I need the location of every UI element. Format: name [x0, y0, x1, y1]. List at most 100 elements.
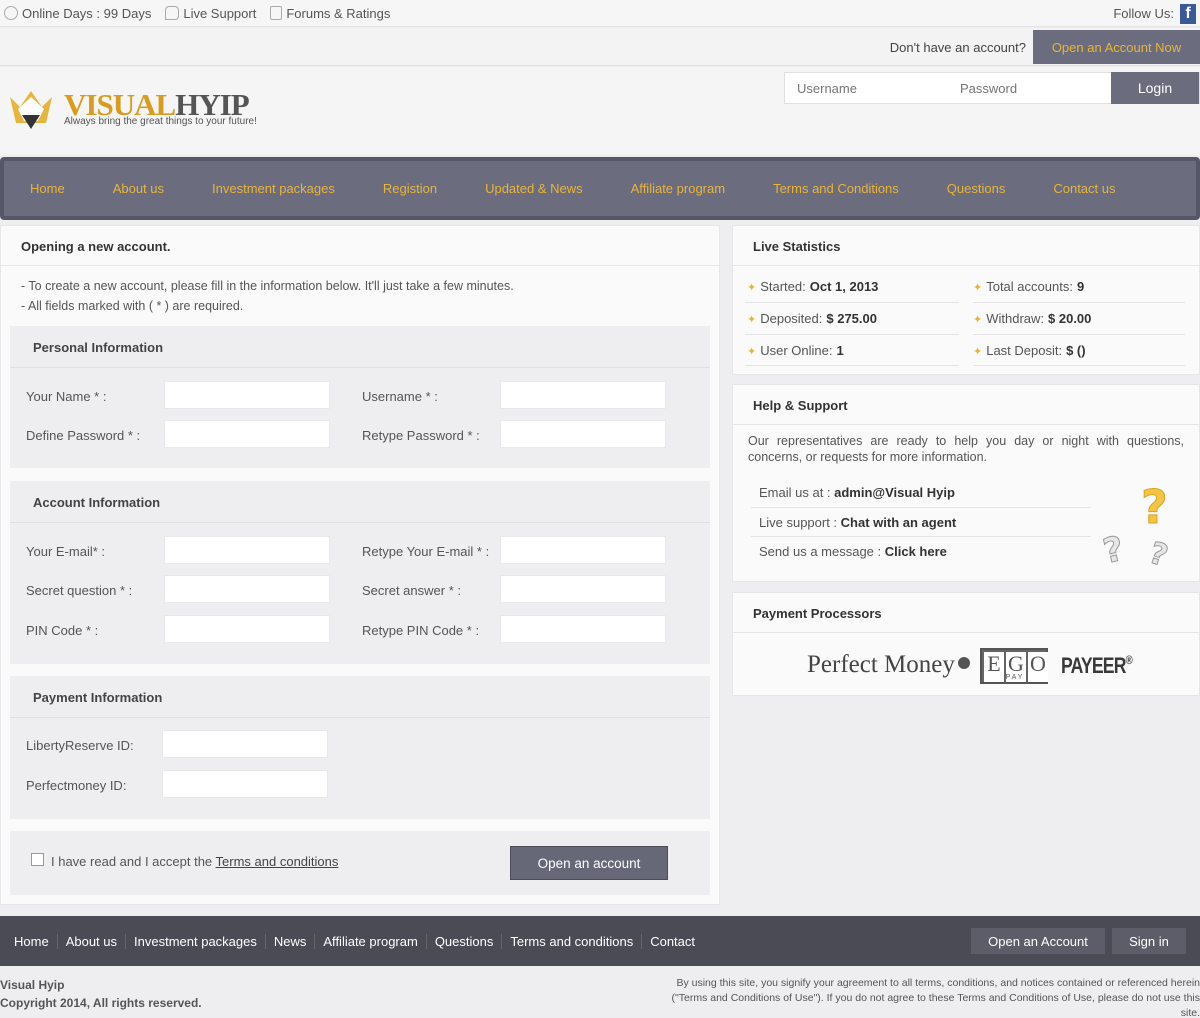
username-label: Username * : [362, 389, 438, 404]
star-icon: ✦ [973, 346, 983, 358]
star-icon: ✦ [747, 314, 757, 326]
perfectmoney-input[interactable] [162, 770, 328, 798]
libertyreserve-input[interactable] [162, 730, 328, 758]
payeer-logo[interactable]: PAYEER® [1061, 653, 1133, 679]
retype-password-input[interactable] [500, 420, 666, 448]
footer-investment-packages[interactable]: Investment packages [134, 933, 266, 949]
facebook-icon[interactable]: f [1180, 3, 1196, 24]
stat-started-value: Oct 1, 2013 [809, 279, 879, 294]
star-icon: ✦ [973, 282, 983, 294]
stat-user-online: ✦ User Online: 1 [747, 343, 844, 358]
tagline: Always bring the great things to your fu… [64, 116, 257, 127]
footer-news[interactable]: News [274, 933, 316, 949]
secret-answer-label: Secret answer * : [362, 583, 461, 598]
legal-notice: By using this site, you signify your agr… [671, 977, 1200, 1018]
live-statistics-title: Live Statistics [733, 226, 1199, 266]
email-label: Your E-mail* : [26, 544, 105, 559]
intro-line-2: - All fields marked with ( * ) are requi… [21, 299, 244, 313]
stat-withdraw-label: Withdraw: [986, 311, 1045, 326]
nav-investment-packages[interactable]: Investment packages [212, 181, 335, 196]
accept-terms-text: I have read and I accept the [51, 854, 216, 869]
nav-affiliate-program[interactable]: Affiliate program [631, 181, 725, 196]
pin-code-input[interactable] [164, 615, 330, 643]
email-input[interactable] [164, 536, 330, 564]
payment-processors-title: Payment Processors [733, 593, 1199, 633]
help-chat-link[interactable]: Chat with an agent [841, 515, 957, 530]
stat-last-value: $ () [1066, 343, 1086, 358]
accept-terms-checkbox[interactable] [31, 853, 44, 866]
top-info-bar: Online Days : 99 Days Live Support Forum… [0, 0, 1200, 27]
help-live-label: Live support : [759, 515, 841, 530]
footer-home[interactable]: Home [14, 933, 58, 949]
nav-contact-us[interactable]: Contact us [1053, 181, 1115, 196]
site-header: VISUALHYIP Always bring the great things… [0, 67, 1200, 155]
stat-online-value: 1 [836, 343, 844, 358]
stat-started-label: Started: [760, 279, 806, 294]
retype-email-input[interactable] [500, 536, 666, 564]
your-name-input[interactable] [164, 381, 330, 409]
stat-started: ✦ Started: Oct 1, 2013 [747, 279, 878, 294]
stat-total-accounts: ✦ Total accounts: 9 [973, 279, 1084, 294]
terms-link[interactable]: Terms and conditions [216, 854, 339, 869]
open-an-account-button[interactable]: Open an account [510, 846, 668, 880]
stat-total-value: 9 [1076, 279, 1085, 294]
secret-answer-input[interactable] [500, 575, 666, 603]
clock-icon [4, 6, 18, 20]
help-description: Our representatives are ready to help yo… [748, 434, 1184, 464]
follow-us-label: Follow Us: [1113, 6, 1174, 21]
live-support-link[interactable]: Live Support [165, 6, 256, 21]
define-password-input[interactable] [164, 420, 330, 448]
registered-mark-icon [957, 657, 970, 669]
nav-terms[interactable]: Terms and Conditions [773, 181, 899, 196]
svg-text:?: ? [1145, 536, 1172, 569]
divider [745, 302, 959, 303]
login-username-input[interactable] [785, 75, 945, 101]
retype-pin-label: Retype PIN Code * : [362, 623, 480, 638]
copyright-block: Visual Hyip Copyright 2014, All rights r… [0, 976, 202, 1012]
help-message-row: Send us a message : Click here [759, 544, 947, 559]
nav-updated-news[interactable]: Updated & News [485, 181, 583, 196]
help-email-link[interactable]: admin@Visual Hyip [834, 485, 955, 500]
login-button[interactable]: Login [1111, 72, 1199, 104]
nav-home[interactable]: Home [30, 181, 65, 196]
svg-text:?: ? [1101, 529, 1127, 569]
divider [745, 365, 959, 366]
divider [973, 334, 1185, 335]
personal-info-title: Personal Information [10, 326, 710, 368]
nav-about-us[interactable]: About us [113, 181, 164, 196]
payeer-text: PAYEER [1061, 653, 1126, 678]
footer-open-account-button[interactable]: Open an Account [971, 928, 1105, 954]
document-icon [270, 6, 283, 20]
nav-questions[interactable]: Questions [947, 181, 1006, 196]
footer-sign-in-button[interactable]: Sign in [1112, 928, 1186, 954]
help-message-link[interactable]: Click here [885, 544, 947, 559]
star-icon: ✦ [747, 282, 757, 294]
secret-question-input[interactable] [164, 575, 330, 603]
retype-pin-input[interactable] [500, 615, 666, 643]
stat-deposited: ✦ Deposited: $ 275.00 [747, 311, 877, 326]
footer-about-us[interactable]: About us [66, 933, 127, 949]
define-password-label: Define Password * : [26, 428, 141, 443]
follow-us: Follow Us: f [1113, 0, 1196, 27]
open-account-now-button[interactable]: Open an Account Now [1033, 30, 1200, 64]
svg-text:?: ? [1141, 481, 1168, 534]
footer-questions[interactable]: Questions [435, 933, 503, 949]
divider [751, 507, 1091, 508]
footer-terms[interactable]: Terms and conditions [510, 933, 643, 949]
login-password-input[interactable] [948, 75, 1108, 101]
registration-intro: - To create a new account, please fill i… [1, 266, 719, 316]
egopay-logo[interactable]: E G O P A Y [980, 648, 1048, 684]
main-nav: Home About us Investment packages Regist… [0, 157, 1200, 220]
forums-link[interactable]: Forums & Ratings [270, 6, 390, 21]
secret-question-label: Secret question * : [26, 583, 133, 598]
help-support-title: Help & Support [733, 385, 1199, 425]
username-input[interactable] [500, 381, 666, 409]
nav-registion[interactable]: Registion [383, 181, 437, 196]
footer-contact[interactable]: Contact [650, 934, 703, 949]
perfect-money-logo[interactable]: Perfect Money [807, 651, 970, 679]
help-email-row: Email us at : admin@Visual Hyip [759, 485, 955, 500]
your-name-label: Your Name * : [26, 389, 107, 404]
footer-affiliate-program[interactable]: Affiliate program [323, 933, 427, 949]
egopay-sub: P A Y [1005, 674, 1023, 681]
divider [751, 536, 1091, 537]
